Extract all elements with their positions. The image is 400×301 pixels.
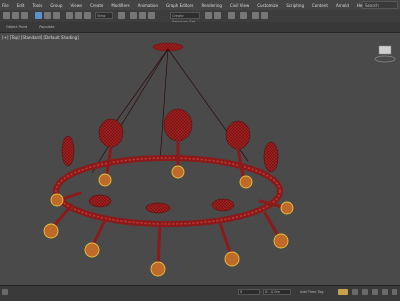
layer-icon[interactable] [228, 12, 235, 19]
time-tag-label[interactable]: Add Time Tag [300, 290, 324, 294]
redo-icon[interactable] [12, 12, 19, 19]
orbit-icon[interactable] [382, 289, 388, 295]
select-by-name-icon[interactable] [44, 12, 51, 19]
menu-views[interactable]: Views [69, 3, 89, 8]
coordinate-field[interactable]: X: -0.0m [263, 289, 291, 295]
rotate-icon[interactable] [75, 12, 82, 19]
move-icon[interactable] [66, 12, 73, 19]
zoom-icon[interactable] [372, 289, 378, 295]
auto-key-button[interactable] [338, 289, 348, 295]
select-object-icon[interactable] [35, 12, 42, 19]
angle-snap-icon[interactable] [139, 12, 146, 19]
play-icon[interactable] [352, 289, 358, 295]
menu-file[interactable]: File [0, 3, 15, 8]
maxscript-icon[interactable] [2, 289, 8, 295]
reference-coord-dropdown[interactable]: View [95, 12, 113, 19]
ribbon-bar: Object Paint Populate [0, 22, 400, 33]
mirror-icon[interactable] [205, 12, 212, 19]
frame-field[interactable]: 0 [238, 289, 260, 295]
viewport[interactable]: [+] [Top] [Standard] [Default Shading] [0, 33, 400, 285]
pivot-icon[interactable] [118, 12, 125, 19]
select-region-icon[interactable] [53, 12, 60, 19]
scale-icon[interactable] [84, 12, 91, 19]
menu-graph-editors[interactable]: Graph Editors [164, 3, 199, 8]
menu-customize[interactable]: Customize [255, 3, 284, 8]
view-cube-icon[interactable] [374, 45, 396, 63]
percent-snap-icon[interactable] [148, 12, 155, 19]
menu-group[interactable]: Group [48, 3, 68, 8]
menu-scripting[interactable]: Scripting [284, 3, 310, 8]
menu-civil-view[interactable]: Civil View [228, 3, 255, 8]
menu-animation[interactable]: Animation [136, 3, 164, 8]
menu-edit[interactable]: Edit [15, 3, 31, 8]
viewport-label[interactable]: [+] [Top] [Standard] [Default Shading] [2, 35, 79, 40]
align-icon[interactable] [214, 12, 221, 19]
suspension-cables [91, 48, 249, 174]
ribbon-tab-object-paint[interactable]: Object Paint [0, 25, 33, 29]
snap-icon[interactable] [130, 12, 137, 19]
named-selection-dropdown[interactable]: Create Selection Set [170, 12, 200, 24]
menu-bar: File Edit Tools Group Views Create Modif… [0, 0, 400, 10]
material-editor-icon[interactable] [240, 12, 247, 19]
render-icon[interactable] [261, 12, 268, 19]
menu-modifiers[interactable]: Modifiers [109, 3, 135, 8]
menu-rendering[interactable]: Rendering [200, 3, 228, 8]
undo-icon[interactable] [3, 12, 10, 19]
link-icon[interactable] [21, 12, 28, 19]
menu-content[interactable]: Content [310, 3, 334, 8]
search-input[interactable]: Search [362, 1, 398, 9]
menu-tools[interactable]: Tools [30, 3, 48, 8]
ribbon-tab-populate[interactable]: Populate [33, 25, 60, 29]
menu-create[interactable]: Create [88, 3, 109, 8]
chandelier-model[interactable] [0, 33, 400, 285]
render-setup-icon[interactable] [252, 12, 259, 19]
maximize-viewport-icon[interactable] [392, 289, 397, 295]
next-frame-icon[interactable] [362, 289, 368, 295]
menu-arnold[interactable]: Arnold [334, 3, 355, 8]
status-bar: 0 X: -0.0m Add Time Tag [0, 285, 400, 301]
